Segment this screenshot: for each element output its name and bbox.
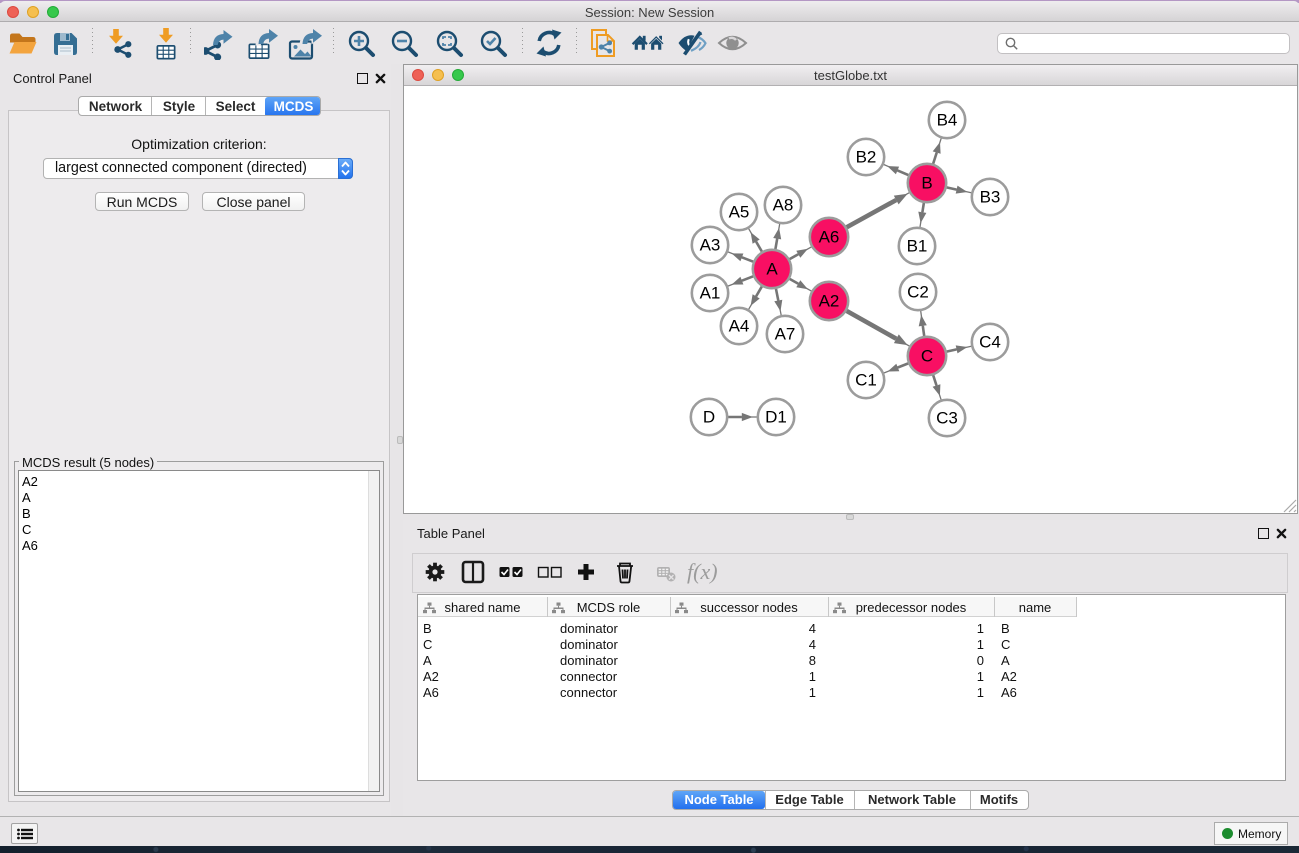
svg-text:A4: A4	[729, 317, 750, 336]
svg-text:A2: A2	[819, 292, 840, 311]
svg-text:C1: C1	[855, 371, 877, 390]
svg-text:A7: A7	[775, 325, 796, 344]
svg-text:f(x): f(x)	[687, 559, 717, 584]
svg-text:C4: C4	[979, 333, 1001, 352]
svg-text:B: B	[921, 174, 932, 193]
svg-text:A: A	[766, 260, 778, 279]
svg-text:D: D	[703, 408, 715, 427]
svg-text:C3: C3	[936, 409, 958, 428]
svg-text:A5: A5	[729, 203, 750, 222]
svg-text:A3: A3	[700, 236, 721, 255]
svg-text:B1: B1	[907, 237, 928, 256]
svg-text:B4: B4	[937, 111, 958, 130]
svg-text:A8: A8	[773, 196, 794, 215]
svg-text:C2: C2	[907, 283, 929, 302]
svg-text:A6: A6	[819, 228, 840, 247]
svg-text:A1: A1	[700, 284, 721, 303]
svg-text:B3: B3	[980, 188, 1001, 207]
svg-text:C: C	[921, 347, 933, 366]
svg-text:D1: D1	[765, 408, 787, 427]
svg-text:B2: B2	[856, 148, 877, 167]
